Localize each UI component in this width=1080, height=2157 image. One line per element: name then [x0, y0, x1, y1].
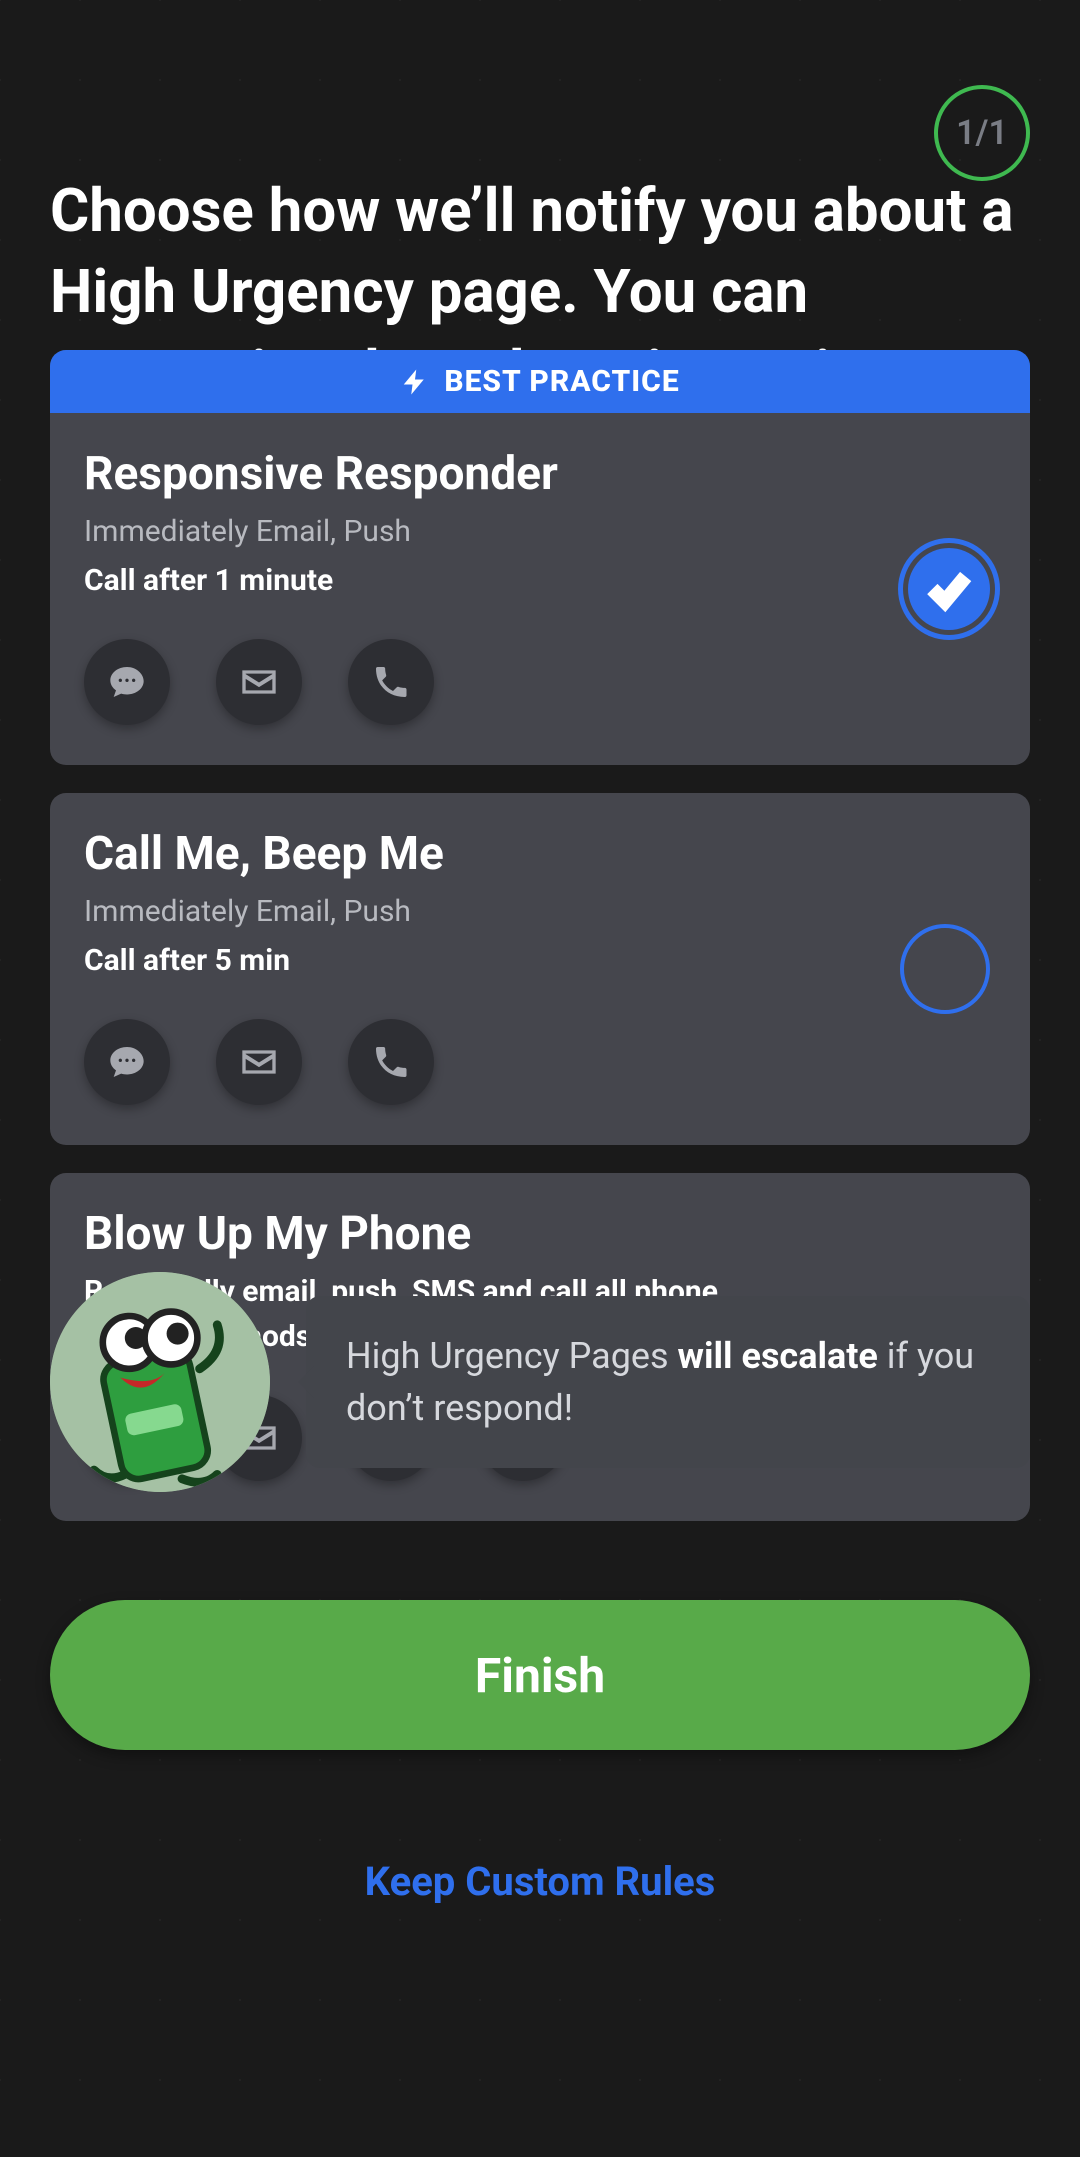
finish-button-label: Finish — [475, 1647, 605, 1704]
phone-icon — [348, 1019, 434, 1105]
mascot-avatar — [50, 1272, 270, 1492]
keep-custom-rules-label: Keep Custom Rules — [365, 1858, 716, 1905]
finish-button[interactable]: Finish — [50, 1600, 1030, 1750]
phone-icon — [348, 639, 434, 725]
tip-speech-bubble: High Urgency Pages will escalate if you … — [306, 1296, 1030, 1468]
option-subtitle-line2: Call after 1 minute — [84, 558, 996, 603]
step-indicator-badge: 1/1 — [934, 85, 1030, 181]
step-indicator-text: 1/1 — [956, 113, 1008, 153]
option-title: Call Me, Beep Me — [84, 827, 996, 881]
option-card-call-me-beep-me[interactable]: Call Me, Beep Me Immediately Email, Push… — [50, 793, 1030, 1145]
best-practice-label: BEST PRACTICE — [444, 364, 679, 399]
option-radio-selected[interactable] — [908, 548, 990, 630]
lightning-icon — [400, 367, 430, 397]
option-subtitle-line2: Call after 5 min — [84, 938, 996, 983]
email-icon — [216, 1019, 302, 1105]
option-subtitle-line1: Immediately Email, Push — [84, 509, 996, 554]
sms-icon — [84, 1019, 170, 1105]
option-radio-unselected[interactable] — [900, 924, 990, 1014]
option-subtitle-line1: Immediately Email, Push — [84, 889, 996, 934]
tip-text-bold: will escalate — [678, 1335, 878, 1377]
onboarding-notification-screen: 1/1 Choose how we’ll notify you about a … — [0, 0, 1080, 2157]
option-card-body: Call Me, Beep Me Immediately Email, Push… — [50, 793, 1030, 1145]
option-card-body: Responsive Responder Immediately Email, … — [50, 413, 1030, 765]
option-title: Blow Up My Phone — [84, 1207, 996, 1261]
tip-text-prefix: High Urgency Pages — [346, 1335, 678, 1377]
option-title: Responsive Responder — [84, 447, 996, 501]
sms-icon — [84, 639, 170, 725]
email-icon — [216, 639, 302, 725]
tip-row: High Urgency Pages will escalate if you … — [50, 1272, 1030, 1492]
check-icon — [924, 564, 974, 614]
option-channel-icons — [84, 639, 996, 725]
option-channel-icons — [84, 1019, 996, 1105]
keep-custom-rules-link[interactable]: Keep Custom Rules — [0, 1858, 1080, 1905]
best-practice-banner: BEST PRACTICE — [50, 350, 1030, 413]
option-card-responsive-responder[interactable]: BEST PRACTICE Responsive Responder Immed… — [50, 350, 1030, 765]
